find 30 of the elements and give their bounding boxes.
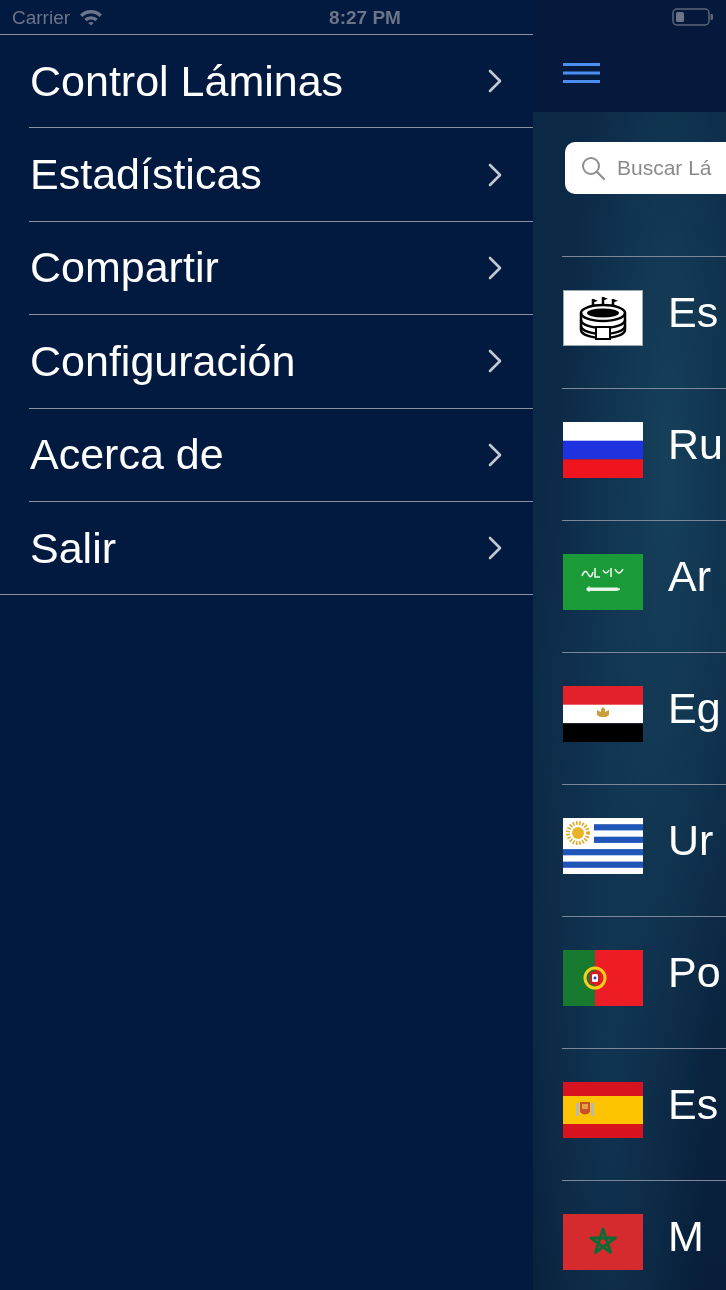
chevron-icon (488, 162, 502, 187)
flag-icon (563, 1213, 643, 1270)
wifi-icon (79, 8, 104, 26)
flag-icon (563, 421, 643, 478)
team-list-item[interactable]: Po (562, 916, 726, 1048)
team-list-item[interactable]: Eg (562, 652, 726, 784)
team-list-item[interactable]: Es (562, 256, 726, 388)
menu-item[interactable]: Salir (29, 501, 533, 595)
stadium-icon (563, 289, 643, 346)
flag-icon (563, 553, 643, 610)
search-field[interactable]: Buscar Lá (565, 142, 726, 194)
team-list-item[interactable]: Ur (562, 784, 726, 916)
flag-icon (563, 817, 643, 874)
team-list-item[interactable]: Ru (562, 388, 726, 520)
team-list-item[interactable]: M (562, 1180, 726, 1290)
flag-icon (563, 1081, 643, 1138)
clock-time: 8:27 PM (329, 7, 401, 27)
chevron-icon (488, 69, 502, 94)
menu-icon[interactable] (563, 63, 600, 83)
team-list-item[interactable]: Es (562, 1048, 726, 1180)
flag-icon (563, 949, 643, 1006)
search-icon (581, 156, 605, 180)
chevron-icon (488, 349, 502, 374)
chevron-icon (488, 442, 502, 467)
team-list-item[interactable]: Ar (562, 520, 726, 652)
flag-icon (563, 685, 643, 742)
chevron-icon (488, 255, 502, 280)
battery-icon (672, 8, 713, 26)
chevron-icon (488, 536, 502, 561)
carrier-label: Carrier (12, 7, 71, 27)
